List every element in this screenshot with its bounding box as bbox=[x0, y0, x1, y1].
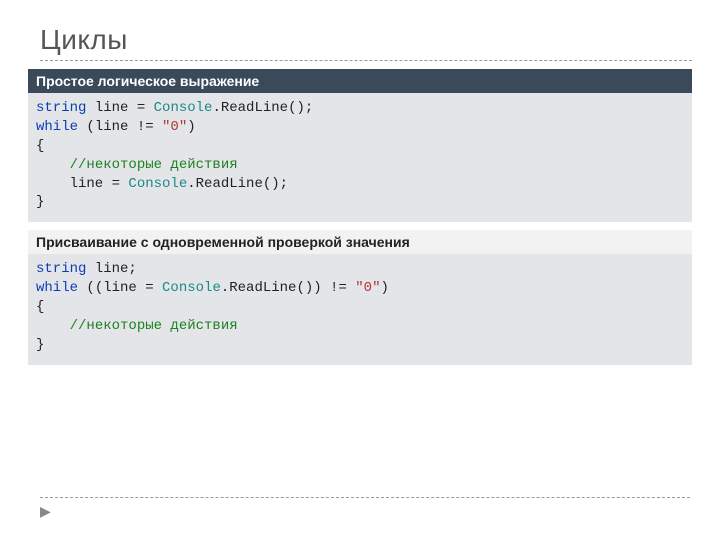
section-header: Простое логическое выражение bbox=[28, 69, 692, 93]
code-token: .ReadLine(); bbox=[187, 176, 288, 192]
code-token: Console bbox=[162, 280, 221, 296]
code-token: line = bbox=[86, 100, 153, 116]
code-token: { bbox=[36, 138, 44, 154]
code-token: //некоторые действия bbox=[70, 318, 238, 334]
slide: Циклы Простое логическое выражениеstring… bbox=[0, 0, 720, 365]
footer-divider bbox=[40, 497, 690, 498]
code-token: Console bbox=[128, 176, 187, 192]
code-token: line = bbox=[36, 176, 128, 192]
title-divider bbox=[40, 60, 692, 61]
title-area: Циклы bbox=[40, 24, 692, 61]
code-token: "0" bbox=[355, 280, 380, 296]
code-token: line; bbox=[86, 261, 136, 277]
code-token: (line != bbox=[78, 119, 162, 135]
code-token: .ReadLine()) != bbox=[221, 280, 355, 296]
code-token: //некоторые действия bbox=[70, 157, 238, 173]
nav-arrow-icon: ▶ bbox=[40, 503, 51, 520]
code-token: ((line = bbox=[78, 280, 162, 296]
code-block: string line = Console.ReadLine(); while … bbox=[28, 93, 692, 222]
code-token: { bbox=[36, 299, 44, 315]
code-block: string line; while ((line = Console.Read… bbox=[28, 254, 692, 364]
code-token: string bbox=[36, 261, 86, 277]
code-token: string bbox=[36, 100, 86, 116]
code-token: } bbox=[36, 337, 44, 353]
code-token: .ReadLine(); bbox=[212, 100, 313, 116]
code-token bbox=[36, 157, 70, 173]
code-token: Console bbox=[154, 100, 213, 116]
code-token: while bbox=[36, 119, 78, 135]
section: Простое логическое выражениеstring line … bbox=[28, 69, 692, 222]
code-token bbox=[36, 318, 70, 334]
section-header: Присваивание с одновременной проверкой з… bbox=[28, 230, 692, 254]
sections-container: Простое логическое выражениеstring line … bbox=[28, 69, 692, 365]
page-title: Циклы bbox=[40, 24, 692, 56]
code-token: "0" bbox=[162, 119, 187, 135]
code-token: ) bbox=[380, 280, 388, 296]
section: Присваивание с одновременной проверкой з… bbox=[28, 230, 692, 364]
code-token: while bbox=[36, 280, 78, 296]
code-token: } bbox=[36, 194, 44, 210]
code-token: ) bbox=[187, 119, 195, 135]
